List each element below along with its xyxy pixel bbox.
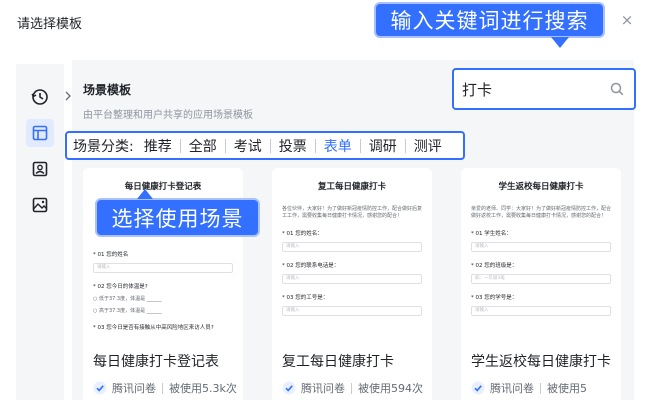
sidebar-item-templates[interactable] xyxy=(26,119,54,147)
image-icon xyxy=(32,197,48,213)
filter-all[interactable]: 全部 xyxy=(181,136,225,156)
template-source: 腾讯问卷 xyxy=(112,382,156,395)
preview-question: * 02 您的联系电话是： xyxy=(282,263,340,269)
scene-filter-bar: 场景分类: 推荐 全部 考试 投票 表单 调研 测评 xyxy=(65,131,465,160)
preview-question: * 01 您的姓名 xyxy=(93,252,129,258)
search-input[interactable] xyxy=(462,78,602,100)
preview-question: * 02 您的班级是： xyxy=(471,263,518,269)
preview-field: 请输入 xyxy=(282,274,422,284)
sidebar-item-images[interactable] xyxy=(26,191,54,219)
sidebar xyxy=(16,64,64,400)
collapse-sidebar-button[interactable] xyxy=(64,86,72,106)
template-icon xyxy=(32,125,48,141)
meta-divider xyxy=(540,382,541,394)
template-name[interactable]: 每日健康打卡登记表 xyxy=(93,351,219,371)
template-meta: 腾讯问卷 被使用594次 xyxy=(282,380,423,396)
preview-option: ○ 高于37.3度，体温是 ______ xyxy=(93,308,162,314)
filter-assessment[interactable]: 测评 xyxy=(406,136,450,156)
scene-hint-callout: 选择使用场景 xyxy=(95,189,260,237)
sidebar-item-contacts[interactable] xyxy=(26,155,54,183)
template-meta: 腾讯问卷 被使用5 xyxy=(471,380,587,396)
preview-question: * 02 您今日的体温是? xyxy=(93,284,148,290)
section-title: 场景模板 xyxy=(83,83,132,97)
filter-label: 场景分类: xyxy=(73,138,134,155)
template-source: 腾讯问卷 xyxy=(301,382,345,395)
sidebar-item-history[interactable] xyxy=(26,83,54,111)
preview-question: * 03 您今日是否有接触从中高风险地区来访人员? xyxy=(93,325,214,331)
chevron-right-icon xyxy=(65,91,71,101)
section-subtitle: 由平台整理和用户共享的应用场景模板 xyxy=(83,110,253,121)
template-source: 腾讯问卷 xyxy=(490,382,534,395)
filter-survey[interactable]: 调研 xyxy=(361,136,405,156)
template-preview: 每日健康打卡登记表 * 01 您的姓名 请输入 * 02 您今日的体温是? ○ … xyxy=(83,168,243,338)
preview-question: * 01 您的姓名： xyxy=(282,231,323,237)
search-icon[interactable] xyxy=(610,82,624,96)
preview-option: ○ 低于37.3度，体温是 ______ xyxy=(93,296,162,302)
template-search-box[interactable] xyxy=(452,68,636,110)
template-card-2[interactable]: 复工每日健康打卡 各位伙伴，大家好！为了做好新冠疫情防控工作，配合做好后复工工作… xyxy=(272,168,432,400)
template-card-3[interactable]: 学生返校每日健康打卡 亲爱的老师、同学：大家好！为了做好新冠疫情防控工作，配合做… xyxy=(461,168,621,400)
template-usage-count: 被使用594次 xyxy=(358,382,423,395)
contact-icon xyxy=(32,161,48,177)
search-hint-callout: 输入关键词进行搜索 xyxy=(374,2,605,48)
preview-title: 学生返校每日健康打卡 xyxy=(498,182,584,192)
preview-question: * 03 您的学号是： xyxy=(471,295,518,301)
template-meta: 腾讯问卷 被使用5.3k次 xyxy=(93,380,237,396)
template-preview: 复工每日健康打卡 各位伙伴，大家好！为了做好新冠疫情防控工作，配合做好后复工工作… xyxy=(272,168,432,338)
preview-description: 亲爱的老师、同学：大家好！为了做好新冠疫情防控工作，配合做好返校工作，需要收集每… xyxy=(471,206,612,219)
filter-recommended[interactable]: 推荐 xyxy=(136,136,180,156)
preview-description: 各位伙伴，大家好！为了做好新冠疫情防控工作，配合做好后复工工作，需要收集每日健康… xyxy=(282,206,423,219)
preview-field: 请输入 xyxy=(471,242,611,252)
filter-exam[interactable]: 考试 xyxy=(226,136,270,156)
meta-divider xyxy=(162,382,163,394)
template-usage-count: 被使用5 xyxy=(547,382,587,395)
dialog-title: 请选择模板 xyxy=(17,17,83,32)
filter-vote[interactable]: 投票 xyxy=(271,136,315,156)
preview-title: 复工每日健康打卡 xyxy=(317,182,386,192)
preview-field: 请输入 xyxy=(282,306,422,316)
meta-divider xyxy=(351,382,352,394)
preview-field: 请输入 xyxy=(471,306,611,316)
preview-question: * 03 您的工号是： xyxy=(282,295,329,301)
preview-field: 请输入 xyxy=(282,242,422,252)
close-button[interactable]: × xyxy=(619,12,635,28)
template-name[interactable]: 复工每日健康打卡 xyxy=(282,351,394,371)
filter-form[interactable]: 表单 xyxy=(316,136,360,156)
preview-field: 请输入 xyxy=(93,263,233,273)
preview-question: * 01 学生姓名： xyxy=(471,231,512,237)
tencent-survey-logo-icon xyxy=(471,381,485,395)
preview-field: 如：一年级3班 xyxy=(471,274,611,284)
tencent-survey-logo-icon xyxy=(282,381,296,395)
template-name[interactable]: 学生返校每日健康打卡 xyxy=(471,351,611,371)
preview-title: 每日健康打卡登记表 xyxy=(124,182,202,192)
template-preview: 学生返校每日健康打卡 亲爱的老师、同学：大家好！为了做好新冠疫情防控工作，配合做… xyxy=(461,168,621,338)
tencent-survey-logo-icon xyxy=(93,381,107,395)
template-usage-count: 被使用5.3k次 xyxy=(169,382,237,395)
history-icon xyxy=(31,89,48,105)
